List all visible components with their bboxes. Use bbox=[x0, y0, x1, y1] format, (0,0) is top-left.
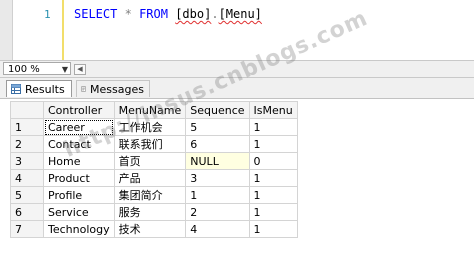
query-editor[interactable]: 1 SELECT * FROM [dbo].[Menu] bbox=[0, 0, 474, 60]
cell-menuname[interactable]: 产品 bbox=[113, 169, 187, 187]
table-row[interactable]: 5 Profile 集团简介 1 1 bbox=[10, 186, 298, 204]
cell-ismenu[interactable]: 0 bbox=[248, 152, 298, 170]
cell-sequence[interactable]: 2 bbox=[185, 203, 250, 221]
cell-ismenu[interactable]: 1 bbox=[248, 186, 298, 204]
cell-sequence-null[interactable]: NULL bbox=[185, 152, 250, 170]
cell-controller[interactable]: Product bbox=[43, 169, 115, 187]
messages-icon bbox=[81, 86, 86, 92]
row-number[interactable]: 2 bbox=[10, 135, 44, 153]
results-grid[interactable]: Controller MenuName Sequence IsMenu 1 Ca… bbox=[0, 99, 474, 253]
tab-messages[interactable]: Messages bbox=[76, 80, 150, 97]
zoom-bar: 100 % ▼ ◀ bbox=[0, 60, 474, 78]
cell-controller[interactable]: Contact bbox=[43, 135, 115, 153]
chevron-down-icon: ▼ bbox=[61, 65, 68, 74]
dot-separator: . bbox=[211, 7, 219, 21]
row-number[interactable]: 6 bbox=[10, 203, 44, 221]
scroll-left-icon[interactable]: ◀ bbox=[74, 64, 86, 75]
cell-sequence[interactable]: 1 bbox=[185, 186, 250, 204]
cell-menuname[interactable]: 集团简介 bbox=[113, 186, 187, 204]
row-number[interactable]: 4 bbox=[10, 169, 44, 187]
tab-results-label: Results bbox=[25, 82, 65, 96]
cell-sequence[interactable]: 4 bbox=[185, 220, 250, 238]
grid-icon bbox=[11, 84, 21, 94]
cell-menuname[interactable]: 技术 bbox=[113, 220, 187, 238]
row-number[interactable]: 7 bbox=[10, 220, 44, 238]
cell-controller[interactable]: Profile bbox=[43, 186, 115, 204]
cell-controller[interactable]: Service bbox=[43, 203, 115, 221]
header-row: Controller MenuName Sequence IsMenu bbox=[10, 101, 298, 119]
zoom-value: 100 % bbox=[8, 64, 40, 75]
row-number[interactable]: 1 bbox=[10, 118, 44, 136]
cell-ismenu[interactable]: 1 bbox=[248, 169, 298, 187]
cell-sequence[interactable]: 3 bbox=[185, 169, 250, 187]
cell-sequence[interactable]: 5 bbox=[185, 118, 250, 136]
editor-gutter bbox=[0, 0, 13, 60]
change-marker bbox=[62, 0, 64, 60]
zoom-select[interactable]: 100 % ▼ bbox=[3, 62, 71, 75]
cell-controller[interactable]: Career bbox=[43, 118, 115, 136]
column-header-ismenu[interactable]: IsMenu bbox=[248, 101, 298, 119]
table-row[interactable]: 3 Home 首页 NULL 0 bbox=[10, 152, 298, 170]
row-number[interactable]: 5 bbox=[10, 186, 44, 204]
column-header-controller[interactable]: Controller bbox=[43, 101, 115, 119]
star-operator: * bbox=[124, 7, 132, 21]
row-number-header bbox=[10, 101, 44, 119]
table-row[interactable]: 7 Technology 技术 4 1 bbox=[10, 220, 298, 238]
from-keyword: FROM bbox=[139, 7, 168, 21]
cell-menuname[interactable]: 首页 bbox=[113, 152, 187, 170]
cell-ismenu[interactable]: 1 bbox=[248, 220, 298, 238]
cell-ismenu[interactable]: 1 bbox=[248, 135, 298, 153]
table-row[interactable]: 4 Product 产品 3 1 bbox=[10, 169, 298, 187]
cell-menuname[interactable]: 服务 bbox=[113, 203, 187, 221]
table-row[interactable]: 1 Career 工作机会 5 1 bbox=[10, 118, 298, 136]
cell-menuname[interactable]: 工作机会 bbox=[113, 118, 187, 136]
cell-ismenu[interactable]: 1 bbox=[248, 203, 298, 221]
cell-controller[interactable]: Home bbox=[43, 152, 115, 170]
tab-messages-label: Messages bbox=[90, 82, 144, 96]
sql-code[interactable]: SELECT * FROM [dbo].[Menu] bbox=[74, 7, 262, 21]
cell-menuname[interactable]: 联系我们 bbox=[113, 135, 187, 153]
cell-sequence[interactable]: 6 bbox=[185, 135, 250, 153]
cell-ismenu[interactable]: 1 bbox=[248, 118, 298, 136]
schema-identifier: [dbo] bbox=[175, 7, 212, 21]
table-row[interactable]: 2 Contact 联系我们 6 1 bbox=[10, 135, 298, 153]
table-identifier: [Menu] bbox=[218, 7, 262, 21]
column-header-menuname[interactable]: MenuName bbox=[113, 101, 187, 119]
line-number: 1 bbox=[44, 8, 51, 21]
results-table: Controller MenuName Sequence IsMenu 1 Ca… bbox=[10, 101, 298, 238]
cell-controller[interactable]: Technology bbox=[43, 220, 115, 238]
select-keyword: SELECT bbox=[74, 7, 118, 21]
column-header-sequence[interactable]: Sequence bbox=[185, 101, 250, 119]
table-row[interactable]: 6 Service 服务 2 1 bbox=[10, 203, 298, 221]
results-tabs: Results Messages bbox=[0, 78, 474, 99]
tab-results[interactable]: Results bbox=[6, 80, 72, 97]
row-number[interactable]: 3 bbox=[10, 152, 44, 170]
